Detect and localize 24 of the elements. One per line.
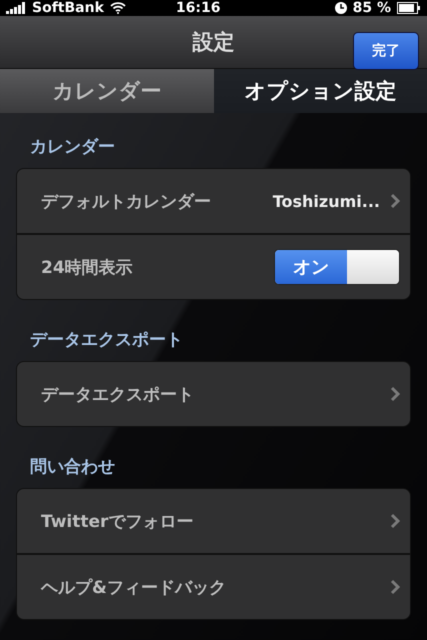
- wifi-icon: [110, 2, 126, 14]
- section-header: 問い合わせ: [29, 456, 116, 479]
- carrier-name: SoftBank: [32, 0, 104, 16]
- chevron-icon: [390, 579, 400, 595]
- row-label: 24時間表示: [41, 256, 134, 278]
- done-button[interactable]: 完了: [353, 32, 419, 70]
- tab[interactable]: オプション設定: [214, 68, 427, 113]
- signal-icon: [6, 2, 26, 14]
- battery-percent: 85 %: [352, 0, 391, 16]
- chevron-icon: [390, 513, 400, 529]
- chevron-icon: [390, 193, 400, 209]
- row-label[interactable]: データエクスポート: [41, 382, 390, 406]
- row-label[interactable]: ヘルプ&フィードバック: [41, 576, 390, 598]
- row-label[interactable]: デフォルトカレンダー: [41, 190, 273, 212]
- chevron-icon: [390, 386, 400, 402]
- clock-time: 16:16: [176, 0, 220, 16]
- section-header: カレンダー: [29, 136, 116, 159]
- toggle-switch[interactable]: オン: [274, 249, 400, 285]
- screen-title: 設定: [192, 28, 234, 56]
- battery-icon: [397, 2, 421, 14]
- row-label[interactable]: Twitterでフォロー: [41, 510, 390, 532]
- row-value: Toshizumi...: [272, 192, 380, 210]
- tab[interactable]: カレンダー: [0, 68, 214, 113]
- section-header: データエクスポート: [29, 329, 184, 352]
